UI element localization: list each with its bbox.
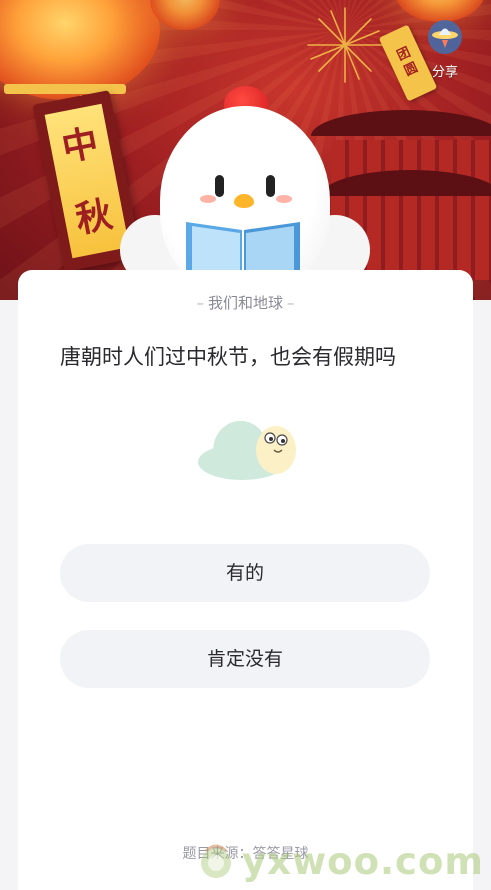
question-card: – 我们和地球 – 唐朝时人们过中秋节，也会有假期吗 有的 肯定没有 题目来源：答答… [18,270,473,890]
share-icon [428,20,462,54]
firework-icon [307,7,383,83]
category-label: – 我们和地球 – [18,292,473,313]
watermark: yxwoo.com [196,836,486,886]
share-button[interactable]: 分享 [424,18,466,80]
category-text: 我们和地球 [207,294,283,312]
divider-dash: – [287,294,295,312]
tag-char: 圆 [402,60,421,80]
chicken-mascot [120,80,370,300]
option-button[interactable]: 肯定没有 [60,630,430,688]
watermark-logo-icon [201,844,231,878]
share-label: 分享 [431,65,458,80]
chicken-eye [266,175,275,197]
scroll-char: 秋 [72,192,116,241]
scroll-char: 中 [58,121,102,170]
option-button[interactable]: 有的 [60,544,430,602]
snail-mascot-icon [198,420,296,480]
chicken-eye [215,175,224,197]
chicken-cheek [276,195,292,203]
header-banner: 中 秋 团 圆 [0,0,491,300]
chicken-cheek [200,195,216,203]
chicken-beak [234,194,254,208]
watermark-text: yxwoo.com [242,839,484,883]
divider-dash: – [196,294,204,312]
question-text: 唐朝时人们过中秋节，也会有假期吗 [60,345,396,369]
